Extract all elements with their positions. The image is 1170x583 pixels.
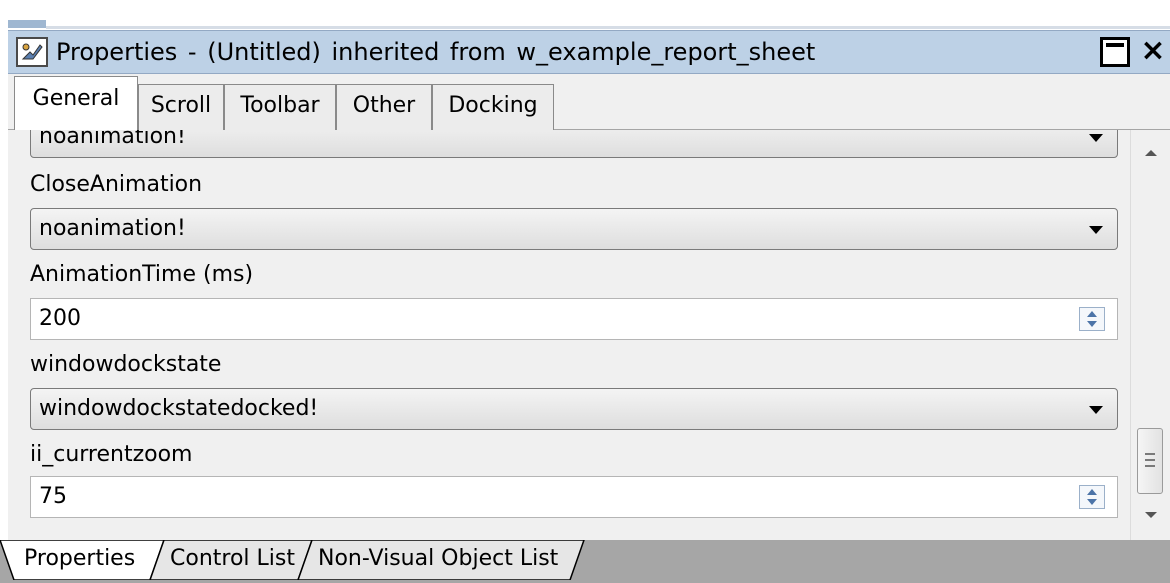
spin-down-icon[interactable] <box>1087 499 1097 505</box>
frame-line <box>46 26 1170 29</box>
animation-time-label: AnimationTime (ms) <box>30 262 254 287</box>
tab-toolbar[interactable]: Toolbar <box>224 84 336 130</box>
windowdockstate-dropdown[interactable]: windowdockstatedocked! <box>30 388 1118 430</box>
vertical-scrollbar[interactable] <box>1130 130 1170 540</box>
animation-time-input[interactable]: 200 <box>30 298 1118 340</box>
window-frame-top <box>0 0 1170 30</box>
bottom-tab-control-list[interactable]: Control List <box>160 540 305 580</box>
dropdown-arrow-icon[interactable] <box>1089 226 1103 234</box>
title-bar[interactable]: Properties - (Untitled) inherited from w… <box>8 30 1170 74</box>
windowdockstate-value: windowdockstatedocked! <box>39 396 319 421</box>
grip-line <box>1145 465 1155 467</box>
tab-docking[interactable]: Docking <box>432 84 554 130</box>
dropdown-arrow-icon[interactable] <box>1089 134 1103 142</box>
scroll-thumb[interactable] <box>1137 428 1163 494</box>
close-button[interactable]: × <box>1136 36 1170 67</box>
properties-window-icon <box>16 37 48 67</box>
spin-down-icon[interactable] <box>1087 321 1097 327</box>
frame-stub <box>8 20 46 28</box>
tab-scroll[interactable]: Scroll <box>138 84 224 130</box>
windowdockstate-label: windowdockstate <box>30 352 222 377</box>
scroll-up-arrow-icon[interactable] <box>1145 150 1157 156</box>
properties-panel: noanimation! CloseAnimation noanimation!… <box>8 130 1170 540</box>
bottom-tab-properties[interactable]: Properties <box>14 540 145 580</box>
currentzoom-input[interactable]: 75 <box>30 476 1118 518</box>
animation-time-value: 200 <box>39 306 81 331</box>
close-animation-value: noanimation! <box>39 216 186 241</box>
spin-up-icon[interactable] <box>1087 489 1097 495</box>
grip-line <box>1145 459 1155 461</box>
open-animation-value: noanimation! <box>39 130 186 149</box>
tab-bar: General Scroll Toolbar Other Docking <box>8 74 1170 130</box>
open-animation-dropdown[interactable]: noanimation! <box>30 130 1118 158</box>
currentzoom-value: 75 <box>39 484 67 509</box>
dropdown-arrow-icon[interactable] <box>1089 406 1103 414</box>
grip-line <box>1145 453 1155 455</box>
window-title: Properties - (Untitled) inherited from w… <box>56 38 816 66</box>
currentzoom-label: ii_currentzoom <box>30 442 193 467</box>
scroll-down-arrow-icon[interactable] <box>1145 512 1157 518</box>
properties-content: noanimation! CloseAnimation noanimation!… <box>8 130 1128 540</box>
bottom-tab-non-visual-object-list[interactable]: Non-Visual Object List <box>308 540 568 580</box>
spin-buttons-icon[interactable] <box>1079 485 1105 509</box>
spin-buttons-icon[interactable] <box>1079 307 1105 331</box>
spin-up-icon[interactable] <box>1087 311 1097 317</box>
tab-general[interactable]: General <box>14 76 138 130</box>
tab-other[interactable]: Other <box>336 84 432 130</box>
close-animation-label: CloseAnimation <box>30 172 203 197</box>
bottom-tab-strip: Properties Control List Non-Visual Objec… <box>0 540 1170 583</box>
maximize-button[interactable] <box>1100 37 1130 67</box>
close-animation-dropdown[interactable]: noanimation! <box>30 208 1118 250</box>
